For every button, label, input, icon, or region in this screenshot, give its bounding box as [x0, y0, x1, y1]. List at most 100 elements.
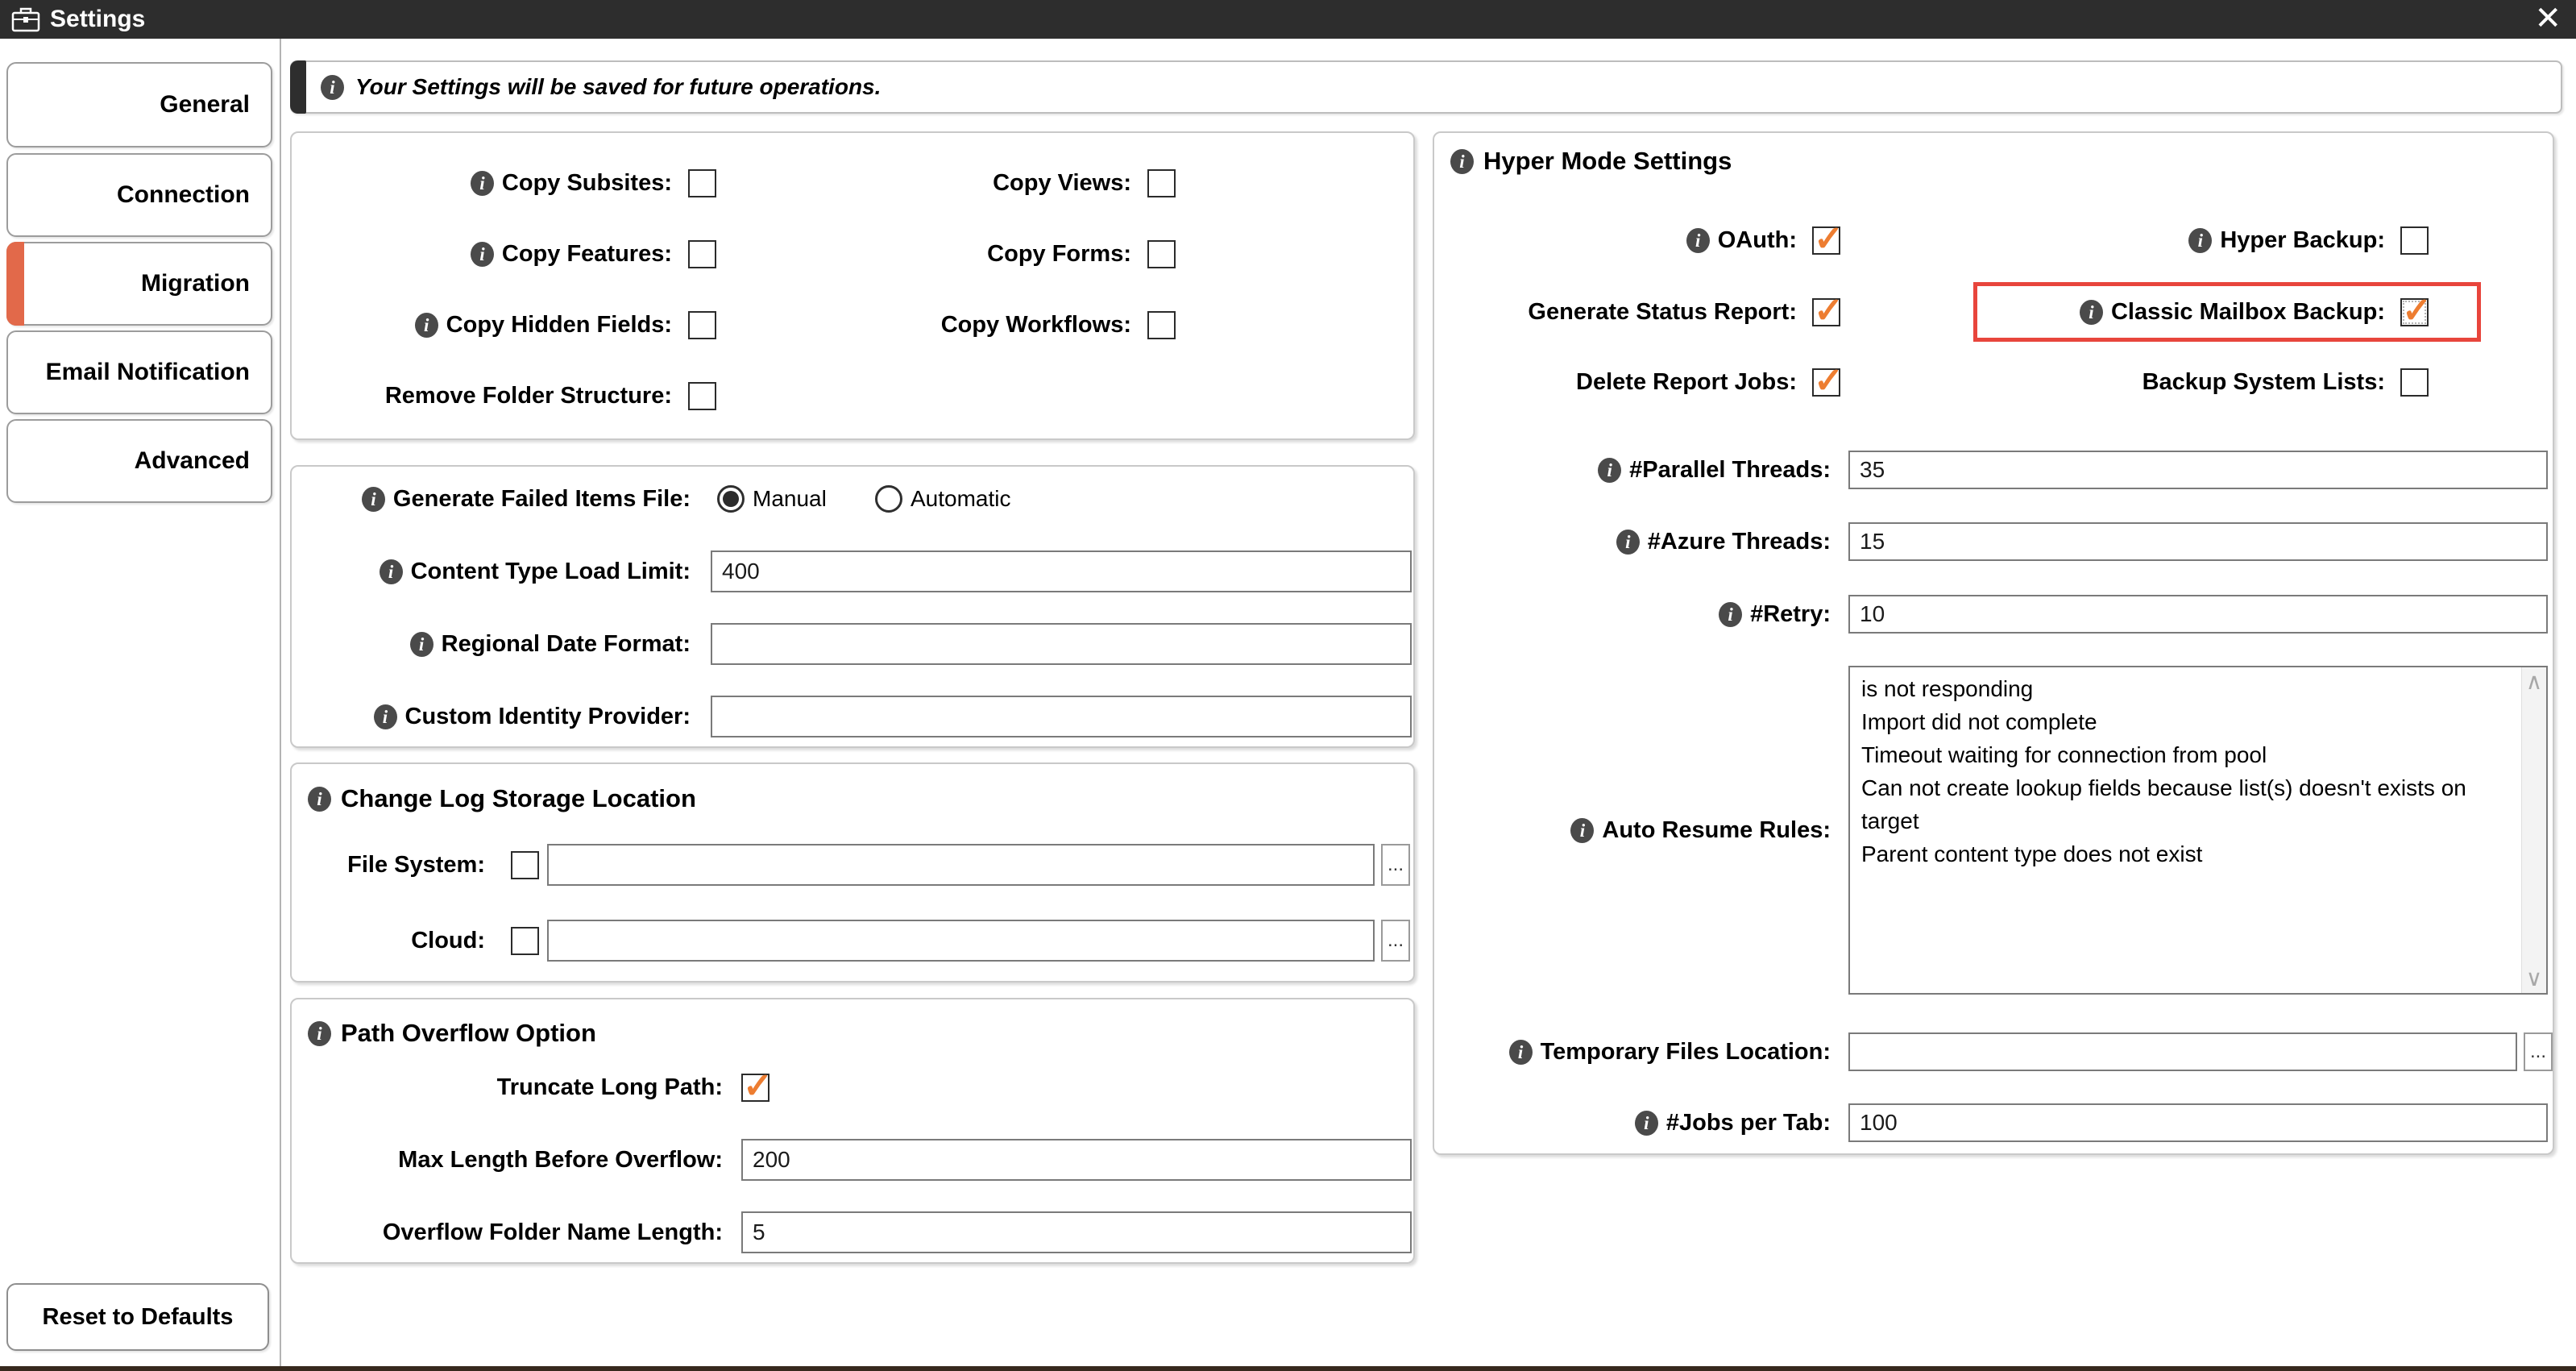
scroll-up-icon[interactable] [2522, 667, 2546, 696]
cloud-checkbox[interactable] [511, 927, 539, 955]
info-icon[interactable] [1719, 601, 1743, 627]
tab-advanced[interactable]: Advanced [6, 419, 272, 503]
changelog-group: Change Log Storage Location File System:… [290, 762, 1415, 983]
tab-label: Email Notification [45, 359, 250, 385]
copy-features-checkbox[interactable] [688, 240, 716, 268]
manual-radio[interactable] [717, 485, 745, 513]
copy-subsites-checkbox[interactable] [688, 169, 716, 197]
copy-features-label: Copy Features: [292, 233, 672, 275]
banner-accent-bar [290, 60, 306, 114]
jobs-per-tab-input[interactable] [1848, 1103, 2548, 1142]
settings-window: Settings ✕ General Connection Migration … [0, 0, 2576, 1371]
window-bottom-edge [0, 1366, 2576, 1371]
temporary-files-browse-button[interactable]: ... [2524, 1032, 2553, 1071]
hyper-backup-checkbox[interactable] [2400, 226, 2429, 255]
max-length-before-overflow-input[interactable] [741, 1139, 1412, 1181]
tab-label: Connection [117, 181, 250, 208]
copy-forms-label: Copy Forms: [987, 240, 1131, 267]
info-icon[interactable] [2079, 299, 2103, 325]
azure-threads-input[interactable] [1848, 522, 2548, 561]
classic-mailbox-backup-checkbox[interactable] [2400, 290, 2432, 331]
info-icon[interactable] [414, 312, 438, 338]
parallel-threads-input[interactable] [1848, 451, 2548, 489]
banner-text: Your Settings will be saved for future o… [355, 74, 881, 99]
truncate-long-path-checkbox[interactable] [741, 1066, 773, 1107]
overflow-group: Path Overflow Option Truncate Long Path:… [290, 998, 1415, 1264]
generate-status-report-checkbox[interactable] [1812, 290, 1844, 331]
info-icon[interactable] [308, 1020, 331, 1046]
remove-folder-structure-checkbox[interactable] [688, 382, 716, 410]
temporary-files-location-input[interactable] [1848, 1032, 2517, 1071]
window-title: Settings [50, 6, 146, 32]
auto-resume-rules-label: Auto Resume Rules: [1434, 809, 1831, 851]
info-icon[interactable] [379, 559, 403, 584]
close-icon[interactable]: ✕ [2534, 0, 2561, 39]
tab-migration[interactable]: Migration [6, 242, 272, 326]
oauth-checkbox[interactable] [1812, 218, 1844, 260]
tab-connection[interactable]: Connection [6, 153, 272, 237]
tab-label: Migration [141, 270, 250, 297]
copy-hidden-fields-label: Copy Hidden Fields: [292, 304, 672, 346]
hyper-mode-title: Hyper Mode Settings [1450, 140, 1732, 182]
info-icon[interactable] [1686, 227, 1710, 253]
cloud-label: Cloud: [411, 927, 485, 953]
info-icon[interactable] [470, 241, 494, 267]
copy-forms-checkbox[interactable] [1147, 240, 1176, 268]
cloud-path-input[interactable] [547, 920, 1375, 962]
automatic-radio[interactable] [875, 485, 902, 513]
overflow-folder-name-length-input[interactable] [741, 1211, 1412, 1253]
info-icon[interactable] [2188, 227, 2213, 253]
info-banner: Your Settings will be saved for future o… [290, 60, 2562, 114]
info-icon[interactable] [1508, 1039, 1533, 1065]
temporary-files-location-label: Temporary Files Location: [1434, 1031, 1831, 1073]
info-icon[interactable] [1598, 457, 1622, 483]
info-icon[interactable] [1570, 817, 1595, 843]
settings-toolbox-icon [11, 7, 40, 32]
hyper-backup-label: Hyper Backup: [1885, 219, 2385, 261]
info-icon[interactable] [361, 486, 385, 512]
titlebar: Settings ✕ [0, 0, 2576, 39]
file-system-browse-button[interactable]: ... [1381, 844, 1410, 886]
info-icon[interactable] [409, 631, 433, 657]
info-icon[interactable] [321, 74, 344, 100]
classic-mailbox-backup-label: Classic Mailbox Backup: [1885, 291, 2385, 333]
info-icon[interactable] [1450, 148, 1474, 174]
auto-resume-rules-textarea[interactable]: is not responding Import did not complet… [1848, 666, 2548, 995]
content-type-load-limit-input[interactable] [711, 550, 1412, 592]
copy-options-group: Copy Subsites: Copy Views: Copy Features… [290, 131, 1415, 440]
reset-to-defaults-button[interactable]: Reset to Defaults [6, 1283, 269, 1351]
retry-input[interactable] [1848, 595, 2548, 634]
copy-workflows-checkbox[interactable] [1147, 311, 1176, 339]
delete-report-jobs-label: Delete Report Jobs: [1576, 368, 1797, 395]
auto-resume-scrollbar[interactable] [2521, 667, 2546, 993]
max-length-before-overflow-label: Max Length Before Overflow: [398, 1146, 723, 1173]
delete-report-jobs-checkbox[interactable] [1812, 360, 1844, 401]
content-type-load-limit-label: Content Type Load Limit: [292, 550, 691, 592]
azure-threads-label: #Azure Threads: [1434, 521, 1831, 563]
info-icon[interactable] [373, 704, 397, 729]
tab-email-notification[interactable]: Email Notification [6, 330, 272, 414]
cloud-browse-button[interactable]: ... [1381, 920, 1410, 962]
generate-status-report-label: Generate Status Report: [1528, 298, 1797, 325]
info-icon[interactable] [308, 786, 331, 812]
automatic-radio-label: Automatic [911, 486, 1011, 511]
regional-date-format-input[interactable] [711, 623, 1412, 665]
tab-general[interactable]: General [6, 62, 272, 147]
changelog-group-title: Change Log Storage Location [308, 778, 696, 820]
info-icon[interactable] [470, 170, 494, 196]
copy-hidden-fields-checkbox[interactable] [688, 311, 716, 339]
info-icon[interactable] [1634, 1110, 1658, 1136]
custom-identity-provider-input[interactable] [711, 696, 1412, 737]
reset-button-label: Reset to Defaults [42, 1303, 234, 1330]
copy-views-checkbox[interactable] [1147, 169, 1176, 197]
info-icon[interactable] [1616, 529, 1640, 555]
backup-system-lists-checkbox[interactable] [2400, 368, 2429, 397]
scroll-down-icon[interactable] [2522, 964, 2546, 993]
file-system-path-input[interactable] [547, 844, 1375, 886]
retry-label: #Retry: [1434, 593, 1831, 635]
copy-workflows-label: Copy Workflows: [940, 311, 1131, 338]
copy-subsites-label: Copy Subsites: [292, 162, 672, 204]
tab-label: General [160, 91, 250, 118]
jobs-per-tab-label: #Jobs per Tab: [1434, 1102, 1831, 1144]
file-system-checkbox[interactable] [511, 851, 539, 879]
